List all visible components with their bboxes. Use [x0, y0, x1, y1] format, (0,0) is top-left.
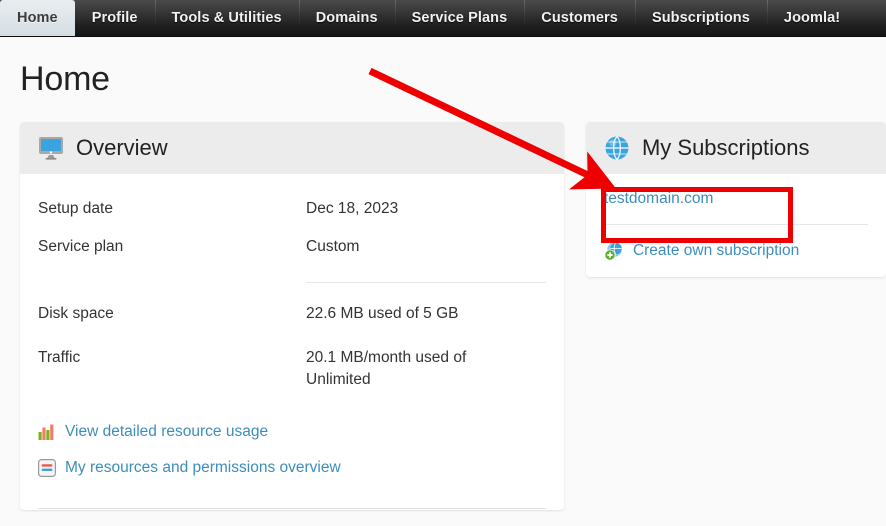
- overview-panel-body: Setup date Dec 18, 2023 Service plan Cus…: [20, 174, 564, 509]
- panels-container: Overview Setup date Dec 18, 2023 Service…: [0, 99, 886, 510]
- my-subscriptions-panel: My Subscriptions testdomain.com Create o…: [585, 122, 886, 277]
- overview-row-setup-date: Setup date Dec 18, 2023: [38, 192, 546, 230]
- overview-panel: Overview Setup date Dec 18, 2023 Service…: [20, 122, 564, 510]
- top-navigation-bar: Home Profile Tools & Utilities Domains S…: [0, 0, 886, 37]
- create-own-subscription-row: Create own subscription: [586, 225, 886, 277]
- nav-tab-joomla[interactable]: Joomla!: [766, 0, 857, 36]
- overview-row-value: Custom: [306, 238, 360, 255]
- nav-tab-label: Customers: [541, 10, 618, 26]
- overview-row-label: Service plan: [38, 238, 124, 255]
- overview-row-traffic: Traffic 20.1 MB/month used of Unlimited: [38, 335, 546, 398]
- overview-row-service-plan: Service plan Custom: [38, 230, 546, 268]
- nav-tab-service-plans[interactable]: Service Plans: [394, 0, 525, 36]
- nav-tab-label: Joomla!: [783, 10, 841, 26]
- nav-tab-subscriptions[interactable]: Subscriptions: [634, 0, 767, 36]
- page-content: Home Overview Setup date Dec 18, 2023 Se…: [0, 37, 886, 526]
- my-subscriptions-panel-header: My Subscriptions: [585, 122, 886, 174]
- page-title: Home: [20, 60, 110, 98]
- nav-tab-customers[interactable]: Customers: [524, 0, 635, 36]
- overview-footer-divider: [38, 507, 546, 509]
- overview-row-label: Traffic: [38, 349, 81, 366]
- nav-tab-label: Tools & Utilities: [171, 10, 282, 26]
- nav-tab-tools-utilities[interactable]: Tools & Utilities: [154, 0, 299, 36]
- overview-panel-title: Overview: [76, 135, 168, 160]
- nav-tab-label: Subscriptions: [651, 10, 750, 26]
- overview-links: View detailed resource usage My resource…: [20, 398, 564, 486]
- overview-rows: Setup date Dec 18, 2023 Service plan Cus…: [20, 192, 564, 398]
- overview-panel-header: Overview: [20, 122, 564, 174]
- nav-tab-domains[interactable]: Domains: [298, 0, 395, 36]
- globe-add-icon: [604, 241, 624, 261]
- subscription-link-testdomain[interactable]: testdomain.com: [604, 190, 713, 207]
- report-list-icon: [38, 458, 56, 477]
- my-subscriptions-panel-title: My Subscriptions: [641, 135, 810, 160]
- overview-row-disk-space: Disk space 22.6 MB used of 5 GB: [38, 297, 546, 335]
- overview-row-value: 20.1 MB/month used of Unlimited: [306, 349, 467, 389]
- bar-chart-icon: [38, 423, 56, 441]
- nav-tab-label: Home: [17, 10, 58, 26]
- nav-tab-label: Profile: [91, 10, 138, 26]
- monitor-icon: [38, 136, 64, 160]
- overview-divider: [306, 282, 546, 283]
- my-resources-and-permissions-overview-link[interactable]: My resources and permissions overview: [38, 450, 546, 486]
- link-label: View detailed resource usage: [65, 422, 269, 440]
- view-detailed-resource-usage-link[interactable]: View detailed resource usage: [38, 414, 546, 450]
- create-own-subscription-link[interactable]: Create own subscription: [633, 242, 799, 260]
- nav-tab-profile[interactable]: Profile: [75, 0, 155, 36]
- overview-row-label: Setup date: [38, 200, 113, 217]
- link-label: My resources and permissions overview: [65, 458, 341, 476]
- overview-row-label: Disk space: [38, 305, 114, 322]
- globe-icon: [604, 135, 630, 161]
- overview-row-value: Dec 18, 2023: [306, 200, 399, 217]
- nav-tab-label: Service Plans: [411, 10, 508, 26]
- nav-tab-home[interactable]: Home: [0, 0, 75, 36]
- overview-row-value: 22.6 MB used of 5 GB: [306, 305, 459, 322]
- nav-tab-label: Domains: [315, 10, 378, 26]
- subscription-list-item: testdomain.com: [586, 174, 886, 224]
